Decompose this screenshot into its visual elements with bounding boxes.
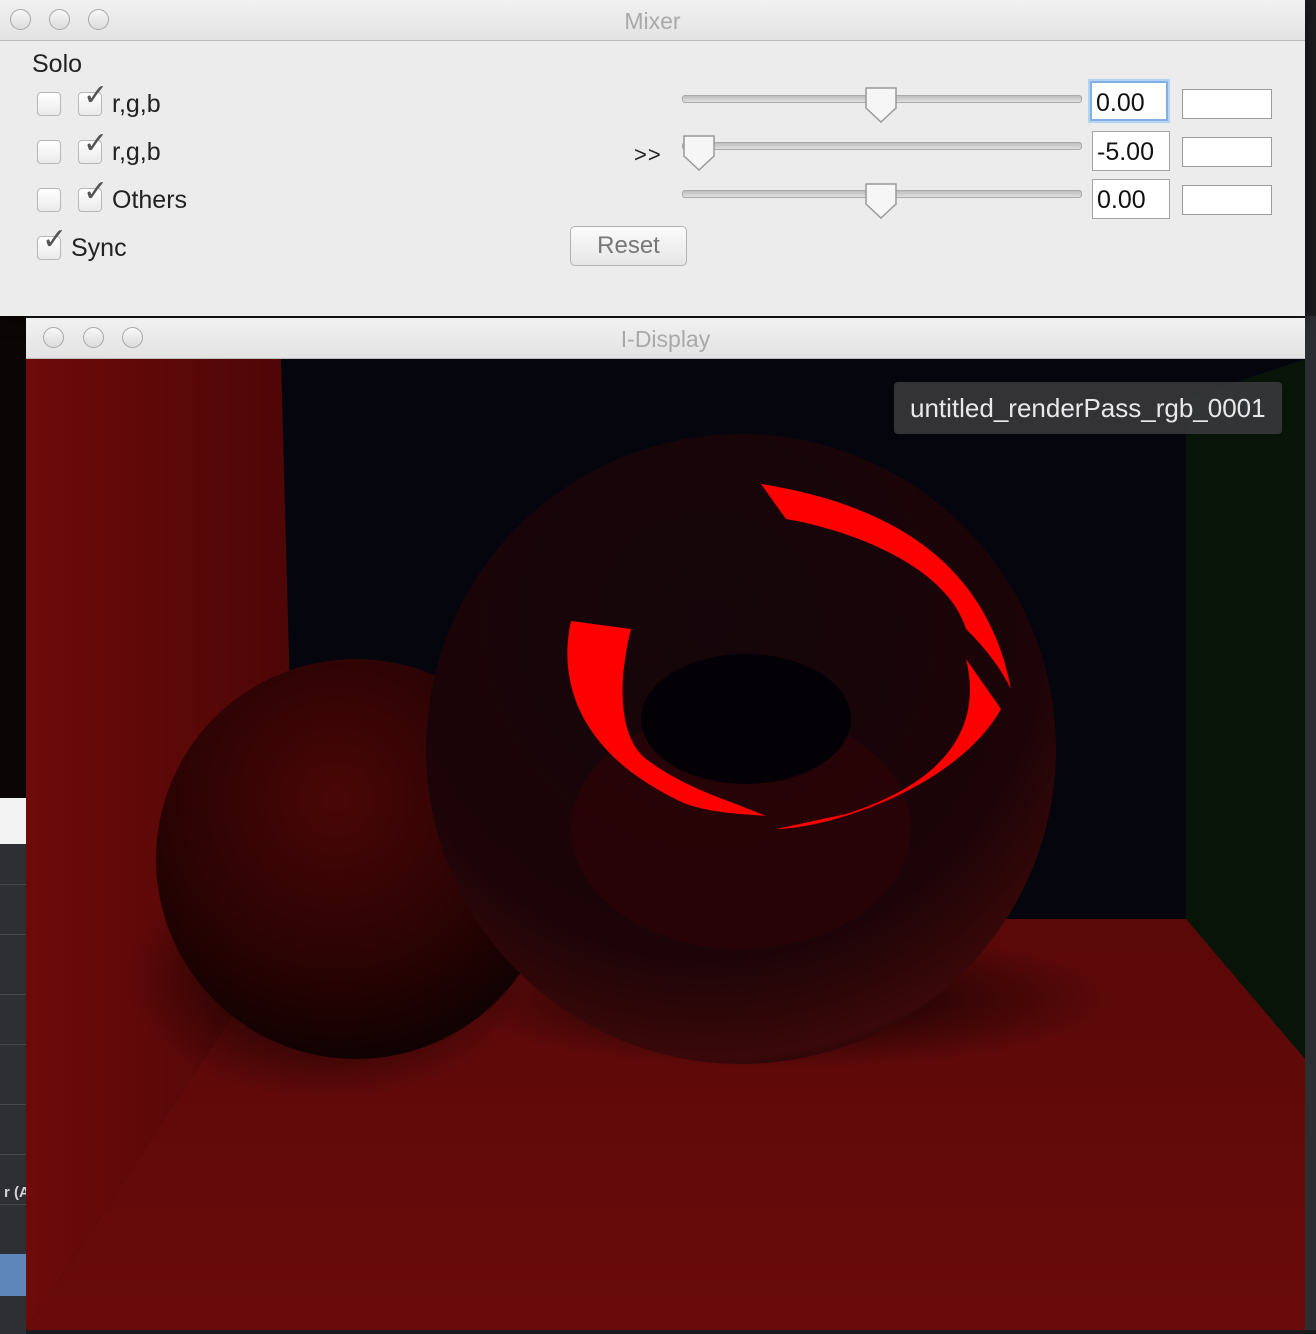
enable-checkbox-row-2[interactable]: ✓ bbox=[78, 129, 108, 164]
row-2-color-swatch[interactable] bbox=[1182, 137, 1272, 167]
i-display-titlebar[interactable]: I-Display bbox=[26, 318, 1305, 359]
row-2-label: r,g,b bbox=[112, 138, 161, 166]
render-pass-label: untitled_renderPass_rgb_0001 bbox=[894, 382, 1282, 434]
sync-checkbox[interactable]: ✓ bbox=[37, 225, 67, 260]
solo-checkbox-row-3[interactable] bbox=[37, 188, 61, 212]
solo-checkbox-row-1[interactable] bbox=[37, 92, 61, 116]
mixer-window: Mixer Solo ✓ r,g,b 0.00 ✓ r,g,b >> -5.00… bbox=[0, 0, 1305, 316]
i-display-window-title: I-Display bbox=[620, 326, 711, 352]
background-text-fragment: r (A bbox=[4, 1184, 26, 1201]
row-1-label: r,g,b bbox=[112, 90, 161, 118]
row-3-label: Others bbox=[112, 186, 188, 214]
background-left-strip: r (A bbox=[0, 316, 26, 1334]
sync-label: Sync bbox=[71, 234, 127, 262]
row-2-overflow-indicator: >> bbox=[634, 142, 662, 167]
reset-button[interactable]: Reset bbox=[570, 226, 687, 266]
solo-checkbox-row-2[interactable] bbox=[37, 140, 61, 164]
background-blue-bar bbox=[0, 1254, 26, 1296]
row-2-value-field[interactable]: -5.00 bbox=[1092, 131, 1170, 171]
row-1-slider-thumb-icon[interactable] bbox=[864, 86, 898, 124]
check-icon: ✓ bbox=[83, 126, 109, 161]
enable-checkbox-row-3[interactable]: ✓ bbox=[78, 177, 108, 212]
row-1-value-field[interactable]: 0.00 bbox=[1090, 81, 1168, 121]
render-image[interactable] bbox=[26, 359, 1305, 1330]
row-3-slider-thumb-icon[interactable] bbox=[864, 182, 898, 220]
i-display-window: I-Display untitled_renderPass_rgb_0001 bbox=[26, 318, 1305, 1330]
row-3-value-field[interactable]: 0.00 bbox=[1092, 179, 1170, 219]
row-1-color-swatch[interactable] bbox=[1182, 89, 1272, 119]
background-right-strip bbox=[1305, 0, 1316, 1330]
mixer-window-title: Mixer bbox=[624, 8, 681, 34]
check-icon: ✓ bbox=[42, 222, 68, 257]
mixer-titlebar[interactable]: Mixer bbox=[0, 0, 1305, 41]
check-icon: ✓ bbox=[83, 174, 109, 209]
row-2-slider-thumb-icon[interactable] bbox=[682, 134, 716, 172]
check-icon: ✓ bbox=[83, 78, 109, 113]
enable-checkbox-row-1[interactable]: ✓ bbox=[78, 81, 108, 116]
solo-header: Solo bbox=[32, 50, 83, 78]
row-2-slider-track[interactable] bbox=[682, 142, 1082, 150]
row-3-color-swatch[interactable] bbox=[1182, 185, 1272, 215]
background-right-top bbox=[1305, 0, 1316, 316]
